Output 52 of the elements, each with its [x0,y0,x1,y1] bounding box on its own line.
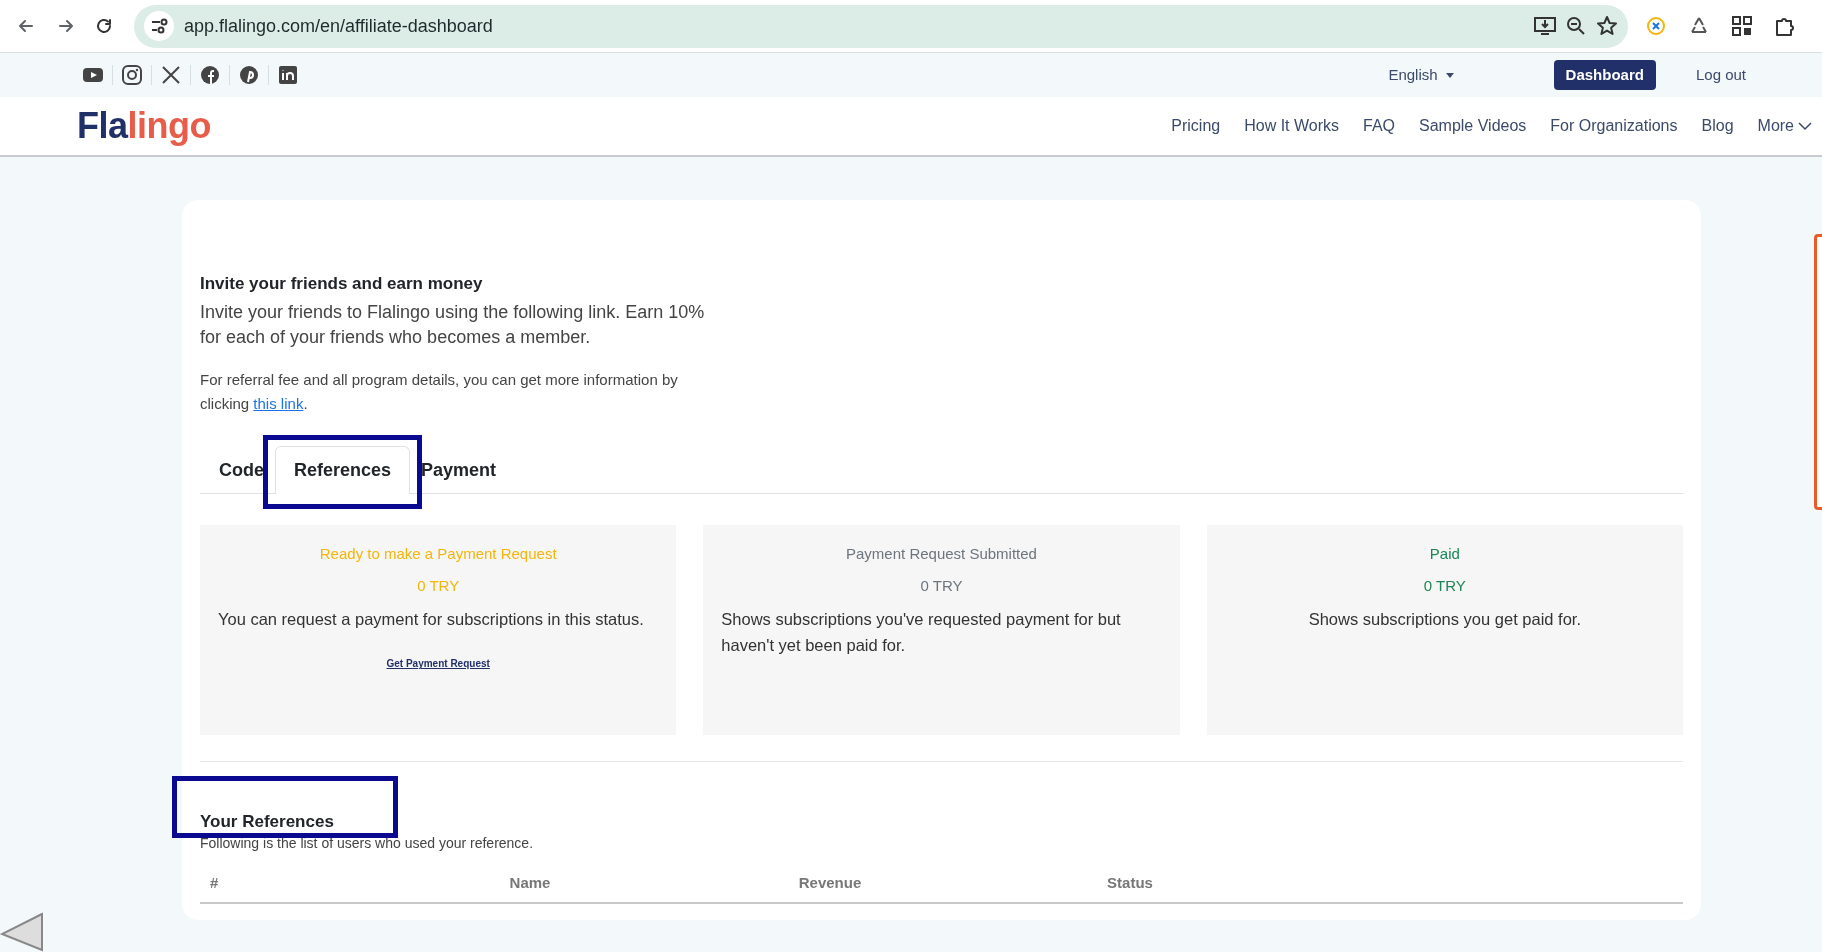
intro-text: Invite your friends to Flalingo using the following link. Earn 10% for each of your friends who becomes a member. [200,301,706,350]
triangle-arrow-icon[interactable] [0,912,44,952]
url-text: app.flalingo.com/en/affiliate-dashboard [184,14,494,38]
column-header: Revenue [797,872,863,893]
nav-link[interactable]: Sample Videos [1419,114,1527,138]
tab[interactable]: References [275,446,411,495]
square-in-icon[interactable] [277,64,299,86]
details-text: For referral fee and all program details, you can get more information by clicking this link. [200,370,679,415]
status-title: Payment Request Submitted [845,544,1038,565]
x-letter-icon[interactable] [160,64,182,86]
nav-link[interactable]: For Organizations [1550,114,1678,138]
chevron-down-icon[interactable] [1798,121,1812,131]
zoom-icon[interactable] [1566,16,1586,36]
extension-icon[interactable] [1646,16,1666,36]
star-icon[interactable] [1596,15,1618,37]
status-amount: 0 TRY [1422,575,1467,596]
more-menu[interactable]: More [1757,114,1812,138]
address-bar[interactable]: app.flalingo.com/en/affiliate-dashboard [134,4,1628,48]
status-description: Shows subscriptions you get paid for. [1307,609,1583,631]
site-settings-icon[interactable] [144,11,174,41]
tab[interactable]: Code [208,446,275,495]
status-title: Paid [1428,544,1461,565]
nav-link[interactable]: FAQ [1363,114,1395,138]
tab[interactable]: Payment [410,446,508,495]
back-icon[interactable] [16,18,36,34]
status-description: You can request a payment for subscriptions in this status. [218,609,645,631]
dashboard-button[interactable]: Dashboard [1553,59,1656,91]
details-link[interactable]: this link [253,395,304,413]
payment-request-link[interactable]: Get Payment Request [218,656,659,672]
nav-link[interactable]: Blog [1701,114,1734,138]
section-title: Invite your friends and earn money [200,274,484,295]
language-dropdown[interactable]: English [1388,63,1454,87]
column-header: # [209,872,220,893]
qr-code-icon[interactable] [1732,16,1752,36]
nav-link[interactable]: How It Works [1244,114,1339,138]
status-amount: 0 TRY [416,575,461,596]
logout-link[interactable]: Log out [1695,63,1746,87]
status-title: Ready to make a Payment Request [318,544,558,565]
install-icon[interactable] [1534,16,1556,36]
circle-p-icon[interactable] [238,64,260,86]
camera-icon[interactable] [121,64,143,86]
column-header: Status [1106,872,1154,893]
section-title: Your References [200,812,335,833]
logo[interactable]: Flalingo [77,99,211,153]
status-amount: 0 TRY [919,575,964,596]
puzzle-icon[interactable] [1774,15,1796,37]
nav-link[interactable]: Pricing [1171,114,1221,138]
caret-icon[interactable] [1445,72,1454,78]
forward-icon[interactable] [56,18,76,34]
status-description: Shows subscriptions you've requested payment for but haven't yet been paid for. [721,609,1122,657]
column-header: Name [508,872,552,893]
circle-f-icon[interactable] [199,64,221,86]
